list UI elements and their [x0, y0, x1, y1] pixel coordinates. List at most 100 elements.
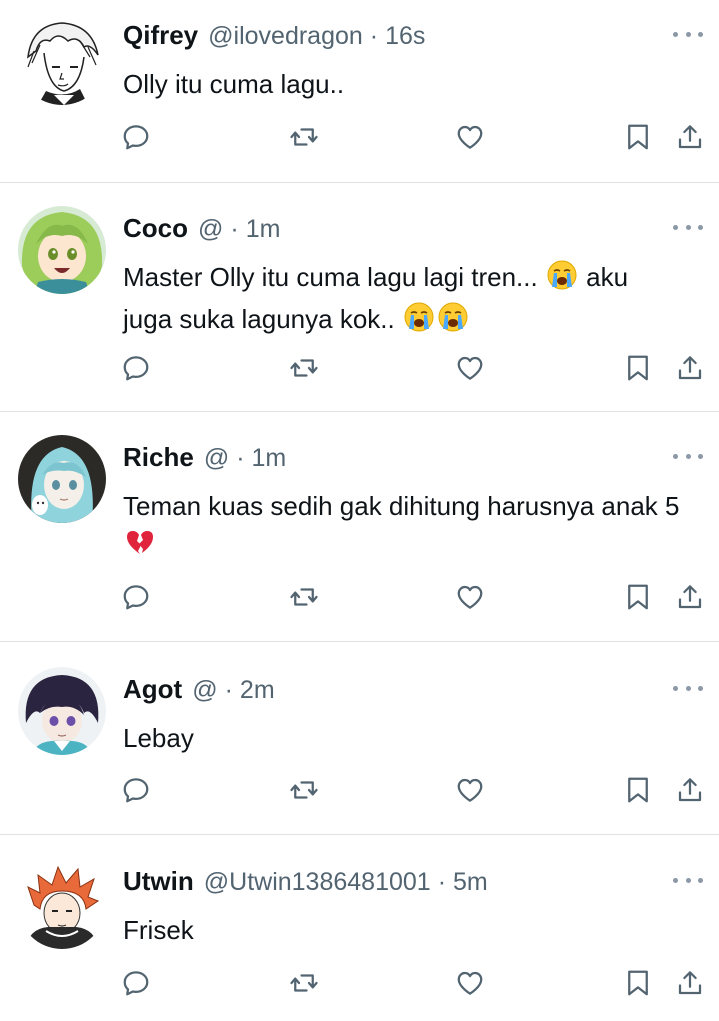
- share-button[interactable]: [670, 115, 710, 159]
- tweet-text: Olly itu cuma lagu..: [123, 69, 345, 99]
- separator-dot: ·: [369, 22, 379, 50]
- timestamp[interactable]: 1m: [252, 442, 287, 474]
- retweet-icon: [290, 974, 318, 992]
- user-handle[interactable]: @: [192, 674, 217, 706]
- bookmark-button[interactable]: [618, 346, 658, 390]
- like-button[interactable]: [450, 768, 490, 812]
- avatar-green-hair-girl: [18, 206, 106, 294]
- timestamp[interactable]: 1m: [246, 213, 281, 245]
- user-handle[interactable]: @: [198, 213, 223, 245]
- tweet-header: Riche @ · 1m: [123, 441, 286, 474]
- tweet-utwin[interactable]: Utwin @Utwin1386481001 · 5m Frisek: [0, 835, 719, 1021]
- tweet-text-part: Master Olly itu cuma lagu lagi tren...: [123, 262, 545, 292]
- display-name[interactable]: Utwin: [123, 865, 194, 897]
- share-icon: [678, 356, 702, 380]
- more-options-icon[interactable]: [673, 870, 703, 890]
- like-button[interactable]: [450, 346, 490, 390]
- user-handle[interactable]: @: [204, 442, 229, 474]
- retweet-icon: [290, 128, 318, 146]
- retweet-button[interactable]: [284, 575, 324, 619]
- reply-button[interactable]: [116, 115, 156, 159]
- loudly-crying-face-icon: [547, 260, 577, 300]
- reply-icon: [123, 125, 149, 150]
- tweet-actions: [0, 961, 719, 1005]
- avatar[interactable]: [18, 861, 106, 949]
- display-name[interactable]: Coco: [123, 212, 188, 244]
- display-name[interactable]: Riche: [123, 441, 194, 473]
- retweet-button[interactable]: [284, 768, 324, 812]
- like-button[interactable]: [450, 115, 490, 159]
- retweet-icon: [290, 781, 318, 799]
- separator-dot: ·: [224, 676, 233, 704]
- avatar[interactable]: [18, 667, 106, 755]
- tweet-text: Teman kuas sedih gak dihitung harusnya a…: [123, 487, 683, 567]
- tweet-agot[interactable]: Agot @ · 2m Lebay: [0, 642, 719, 835]
- avatar-manga-boy: [18, 17, 106, 105]
- more-options-icon[interactable]: [673, 446, 703, 466]
- user-handle[interactable]: @Utwin1386481001: [204, 866, 431, 898]
- bookmark-icon: [628, 777, 648, 803]
- tweet-text-part: Teman kuas sedih gak dihitung harusnya a…: [123, 491, 680, 521]
- share-button[interactable]: [670, 346, 710, 390]
- reply-button[interactable]: [116, 346, 156, 390]
- tweet-riche[interactable]: Riche @ · 1m Teman kuas sedih gak dihitu…: [0, 412, 719, 642]
- retweet-button[interactable]: [284, 961, 324, 1005]
- separator-dot: ·: [437, 868, 447, 896]
- reply-button[interactable]: [116, 961, 156, 1005]
- tweet-header: Qifrey @ilovedragon · 16s: [123, 19, 425, 52]
- more-options-icon[interactable]: [673, 217, 703, 237]
- retweet-button[interactable]: [284, 115, 324, 159]
- tweet-qifrey[interactable]: Qifrey @ilovedragon · 16s Olly itu cuma …: [0, 0, 719, 183]
- share-icon: [678, 971, 702, 995]
- bookmark-icon: [628, 584, 648, 610]
- reply-icon: [123, 971, 149, 996]
- display-name[interactable]: Qifrey: [123, 19, 198, 51]
- tweet-header: Agot @ · 2m: [123, 673, 275, 706]
- avatar-dark-hair-boy: [18, 667, 106, 755]
- loudly-crying-face-icon: [404, 302, 434, 342]
- share-button[interactable]: [670, 768, 710, 812]
- reply-icon: [123, 356, 149, 381]
- reply-feed: Qifrey @ilovedragon · 16s Olly itu cuma …: [0, 0, 719, 1021]
- avatar[interactable]: [18, 206, 106, 294]
- like-button[interactable]: [450, 961, 490, 1005]
- tweet-header: Utwin @Utwin1386481001 · 5m: [123, 865, 488, 898]
- share-icon: [678, 778, 702, 802]
- more-options-icon[interactable]: [673, 24, 703, 44]
- reply-icon: [123, 778, 149, 803]
- loudly-crying-face-icon: [438, 302, 468, 342]
- more-options-icon[interactable]: [673, 678, 703, 698]
- bookmark-icon: [628, 124, 648, 150]
- bookmark-button[interactable]: [618, 575, 658, 619]
- retweet-icon: [290, 588, 318, 606]
- avatar[interactable]: [18, 435, 106, 523]
- tweet-actions: [0, 575, 719, 619]
- separator-dot: ·: [230, 215, 239, 243]
- timestamp[interactable]: 5m: [453, 866, 488, 898]
- retweet-button[interactable]: [284, 346, 324, 390]
- reply-button[interactable]: [116, 575, 156, 619]
- display-name[interactable]: Agot: [123, 673, 182, 705]
- bookmark-button[interactable]: [618, 961, 658, 1005]
- avatar[interactable]: [18, 17, 106, 105]
- broken-heart-icon: [125, 527, 155, 567]
- share-button[interactable]: [670, 961, 710, 1005]
- bookmark-icon: [628, 970, 648, 996]
- tweet-header: Coco @ · 1m: [123, 212, 280, 245]
- like-icon: [457, 971, 483, 995]
- timestamp[interactable]: 16s: [385, 20, 425, 52]
- tweet-coco[interactable]: Coco @ · 1m Master Olly itu cuma lagu la…: [0, 183, 719, 412]
- like-button[interactable]: [450, 575, 490, 619]
- user-handle[interactable]: @ilovedragon: [208, 20, 363, 52]
- tweet-text: Lebay: [123, 723, 194, 753]
- share-button[interactable]: [670, 575, 710, 619]
- reply-button[interactable]: [116, 768, 156, 812]
- separator-dot: ·: [236, 444, 245, 472]
- like-icon: [457, 356, 483, 380]
- bookmark-button[interactable]: [618, 115, 658, 159]
- bookmark-button[interactable]: [618, 768, 658, 812]
- avatar-orange-hair-boy: [18, 861, 106, 949]
- timestamp[interactable]: 2m: [240, 674, 275, 706]
- like-icon: [457, 585, 483, 609]
- retweet-icon: [290, 359, 318, 377]
